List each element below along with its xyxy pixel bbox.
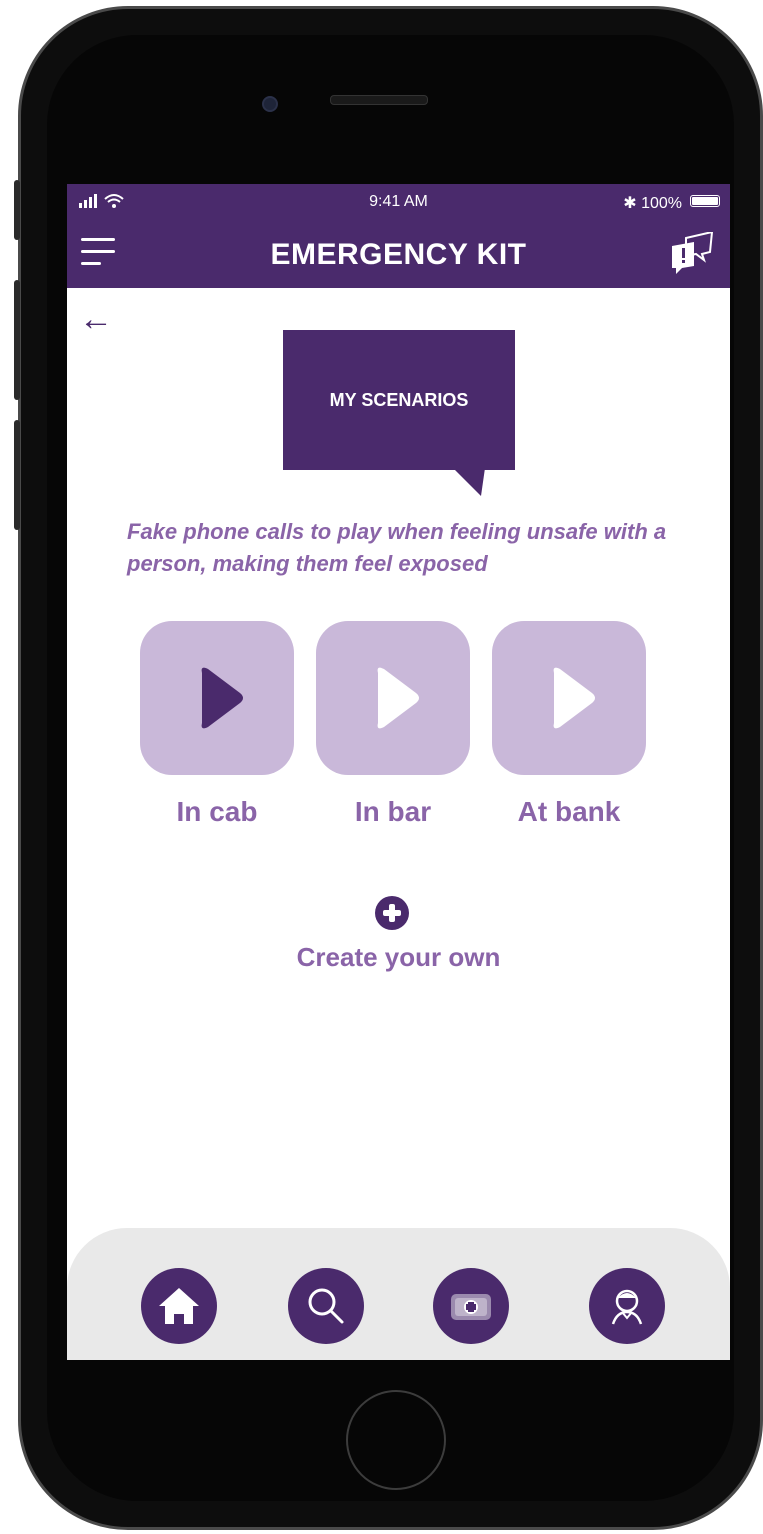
battery-icon — [690, 195, 720, 207]
scenario-label: At bank — [517, 796, 621, 827]
battery-percent: ✱ 100% — [623, 195, 682, 212]
scenario-tile-at-bank[interactable] — [492, 621, 646, 775]
app-header: EMERGENCY KIT — [67, 218, 730, 288]
scenario-tile-in-cab[interactable] — [140, 621, 294, 775]
my-scenarios-label: MY SCENARIOS — [329, 389, 469, 410]
home-button[interactable] — [346, 1390, 446, 1490]
create-your-own-link[interactable]: Create your own — [67, 942, 730, 973]
report-alert-icon[interactable] — [668, 230, 716, 281]
speech-bubble-tail — [453, 468, 485, 496]
my-scenarios-bubble: MY SCENARIOS — [283, 330, 515, 470]
app-screen: 9:41 AM ✱ 100% EMERGENCY KIT ← MY SCENAR… — [67, 184, 730, 1360]
profile-icon — [611, 1289, 643, 1325]
search-icon — [308, 1288, 344, 1324]
volume-down-button — [14, 420, 20, 530]
page-title: EMERGENCY KIT — [270, 238, 527, 271]
bottom-tab-bar — [67, 1228, 730, 1360]
scenario-tile-in-bar[interactable] — [316, 621, 470, 775]
tab-profile[interactable] — [589, 1268, 665, 1344]
mute-switch — [14, 180, 20, 240]
home-icon — [159, 1288, 199, 1324]
scenario-description: Fake phone calls to play when feeling un… — [127, 519, 667, 576]
first-aid-kit-icon — [451, 1294, 491, 1320]
scenario-label: In bar — [354, 796, 432, 827]
status-bar: 9:41 AM ✱ 100% — [67, 184, 730, 218]
add-circle-icon[interactable] — [374, 895, 410, 931]
scenario-label: In cab — [176, 796, 258, 827]
earpiece-speaker — [330, 95, 428, 105]
play-icon — [201, 667, 243, 729]
tab-emergency-kit[interactable] — [433, 1268, 509, 1344]
bluetooth-icon: ✱ — [623, 195, 637, 212]
tab-home[interactable] — [141, 1268, 217, 1344]
tab-search[interactable] — [288, 1268, 364, 1344]
play-icon — [553, 667, 595, 729]
back-arrow-icon[interactable]: ← — [79, 302, 113, 336]
volume-up-button — [14, 280, 20, 400]
front-camera — [262, 96, 278, 112]
play-icon — [377, 667, 419, 729]
